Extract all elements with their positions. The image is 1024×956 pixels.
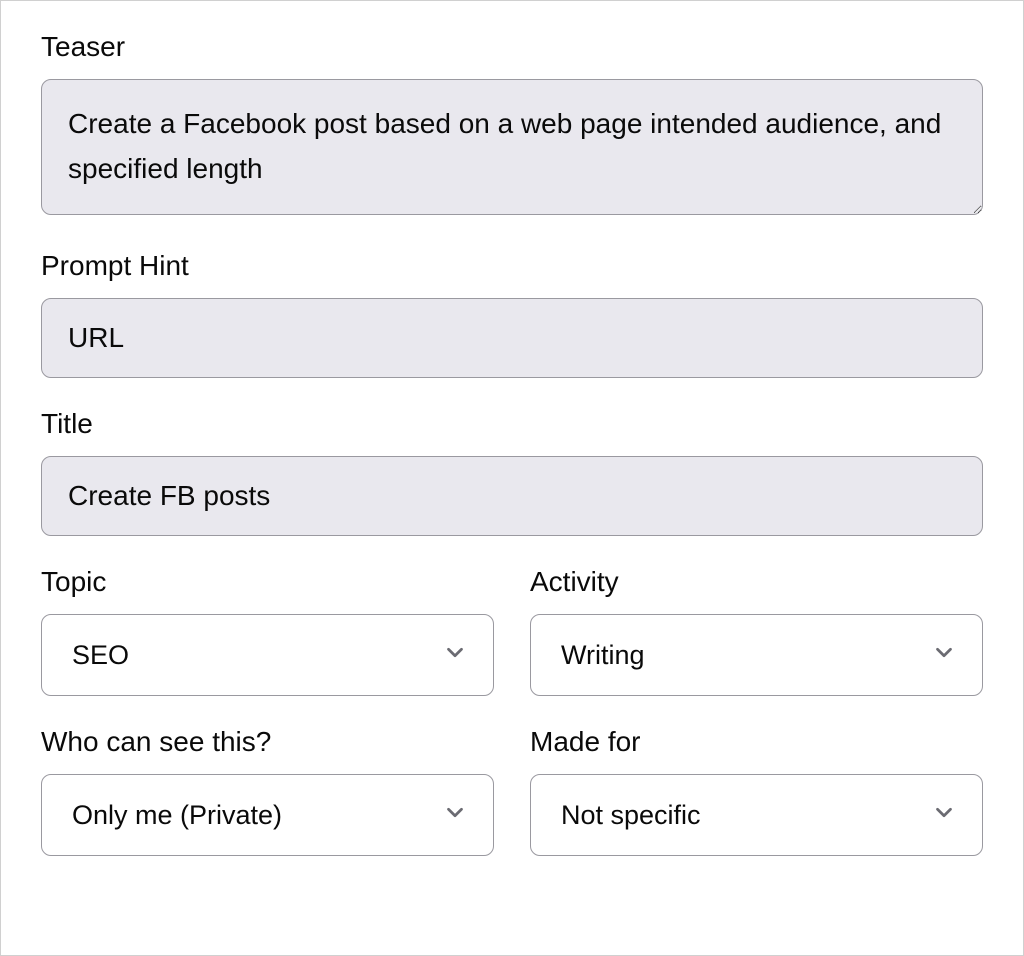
teaser-input[interactable]: Create a Facebook post based on a web pa…	[41, 79, 983, 215]
activity-group: Activity Writing	[530, 566, 983, 696]
prompt-hint-group: Prompt Hint	[41, 250, 983, 378]
activity-label: Activity	[530, 566, 983, 598]
topic-label: Topic	[41, 566, 494, 598]
prompt-hint-input[interactable]	[41, 298, 983, 378]
visibility-select[interactable]: Only me (Private)	[41, 774, 494, 856]
prompt-hint-label: Prompt Hint	[41, 250, 983, 282]
form-container: Teaser Create a Facebook post based on a…	[0, 0, 1024, 956]
title-label: Title	[41, 408, 983, 440]
visibility-group: Who can see this? Only me (Private)	[41, 726, 494, 856]
madefor-select-wrapper: Not specific	[530, 774, 983, 856]
topic-group: Topic SEO	[41, 566, 494, 696]
title-group: Title	[41, 408, 983, 536]
topic-select[interactable]: SEO	[41, 614, 494, 696]
activity-select[interactable]: Writing	[530, 614, 983, 696]
visibility-label: Who can see this?	[41, 726, 494, 758]
visibility-madefor-row: Who can see this? Only me (Private) Made…	[41, 726, 983, 856]
visibility-select-wrapper: Only me (Private)	[41, 774, 494, 856]
madefor-group: Made for Not specific	[530, 726, 983, 856]
teaser-label: Teaser	[41, 31, 983, 63]
teaser-group: Teaser Create a Facebook post based on a…	[41, 31, 983, 220]
madefor-select[interactable]: Not specific	[530, 774, 983, 856]
madefor-label: Made for	[530, 726, 983, 758]
topic-activity-row: Topic SEO Activity Writing	[41, 566, 983, 696]
title-input[interactable]	[41, 456, 983, 536]
activity-select-wrapper: Writing	[530, 614, 983, 696]
topic-select-wrapper: SEO	[41, 614, 494, 696]
